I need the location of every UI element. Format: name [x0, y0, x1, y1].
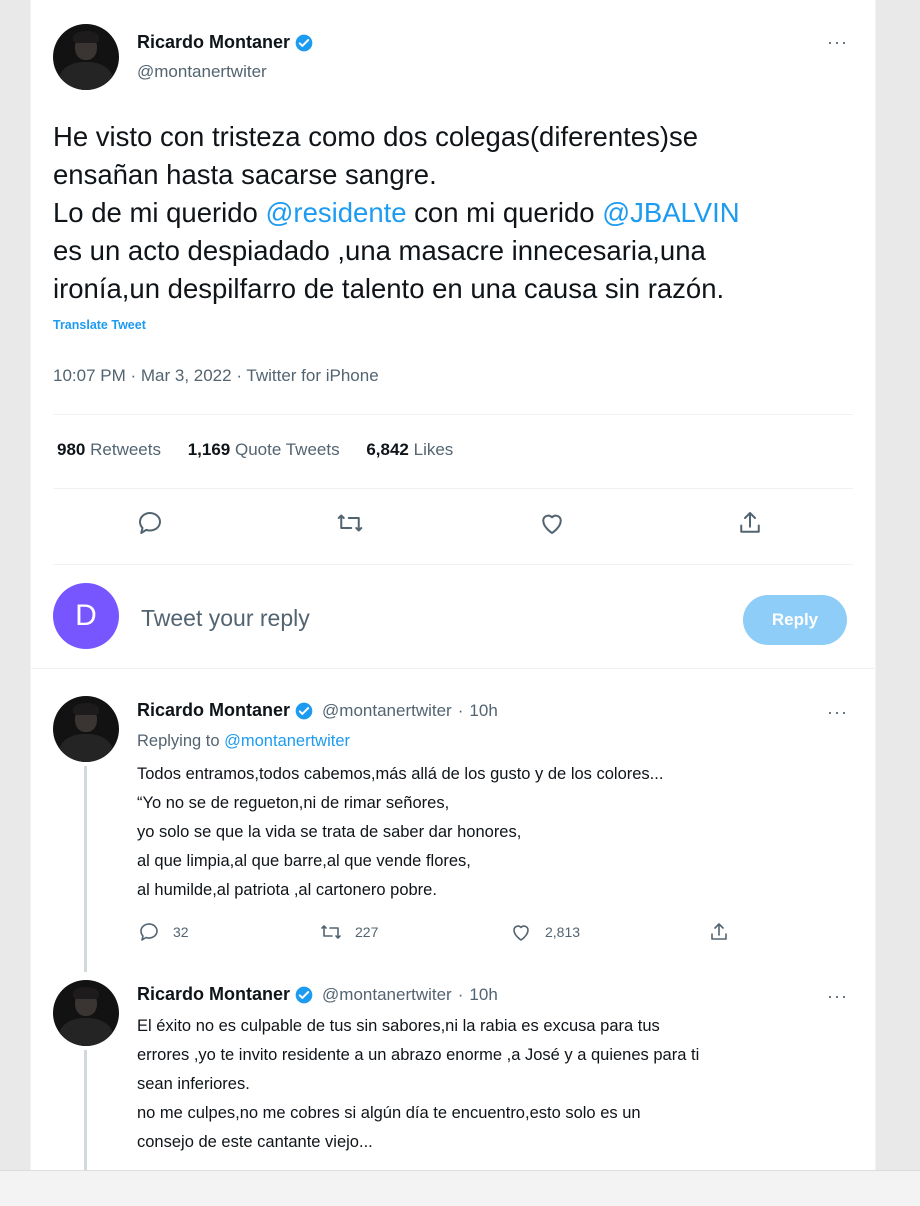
- reply-text-line: errores ,yo te invito residente a un abr…: [137, 1046, 700, 1064]
- tweet-text-line: ironía,un despilfarro de talento en una …: [53, 273, 725, 304]
- retweets-stat[interactable]: 980 Retweets: [57, 440, 161, 459]
- reply-author-handle[interactable]: @montanertwiter: [322, 985, 452, 1005]
- verified-badge-icon: [295, 702, 313, 719]
- like-icon: [513, 925, 529, 941]
- like-count: 2,813: [545, 924, 581, 940]
- author-handle[interactable]: @montanertwiter: [137, 62, 267, 82]
- retweet-action[interactable]: 227: [319, 920, 378, 944]
- reply-text-line: “Yo no se de regueton,ni de rimar señore…: [137, 794, 450, 812]
- reply-header: Ricardo Montaner @montanertwiter · 10h: [137, 700, 498, 721]
- reply-button[interactable]: Reply: [743, 595, 847, 645]
- reply-text: Todos entramos,todos cabemos,más allá de…: [137, 760, 857, 905]
- author-name-row: Ricardo Montaner: [137, 32, 314, 53]
- reply-author-avatar[interactable]: [53, 980, 119, 1046]
- reply-author-name[interactable]: Ricardo Montaner: [137, 984, 290, 1005]
- tweet-stats: 980 Retweets 1,169 Quote Tweets 6,842 Li…: [57, 440, 475, 460]
- like-action[interactable]: 2,813: [509, 920, 580, 944]
- reply-action[interactable]: 32: [137, 920, 189, 944]
- thread-line: [84, 1050, 87, 1170]
- reply-text-line: El éxito no es culpable de tus sin sabor…: [137, 1017, 660, 1035]
- reply-text-line: Todos entramos,todos cabemos,más allá de…: [137, 765, 664, 783]
- reply-text-line: al humilde,al patriota ,al cartonero pob…: [137, 881, 437, 899]
- reply-author-avatar[interactable]: [53, 696, 119, 762]
- share-icon[interactable]: [735, 508, 765, 538]
- reply-author-name[interactable]: Ricardo Montaner: [137, 700, 290, 721]
- quote-tweets-stat[interactable]: 1,169 Quote Tweets: [188, 440, 340, 459]
- reply-text: El éxito no es culpable de tus sin sabor…: [137, 1012, 857, 1157]
- divider: [53, 488, 853, 489]
- reply-icon[interactable]: [135, 508, 165, 538]
- author-avatar[interactable]: [53, 24, 119, 90]
- verified-badge-icon: [295, 986, 313, 1003]
- tweet-card: Ricardo Montaner @montanertwiter ··· He …: [30, 0, 877, 1170]
- translate-tweet-link[interactable]: Translate Tweet: [53, 318, 146, 332]
- reply-author-handle[interactable]: @montanertwiter: [322, 701, 452, 721]
- reply-icon: [140, 923, 158, 941]
- reply-time[interactable]: 10h: [469, 701, 497, 721]
- tweet-text-line: es un acto despiadado ,una masacre innec…: [53, 235, 706, 266]
- bottom-strip: [0, 1170, 920, 1206]
- reply-text-line: sean inferiores.: [137, 1075, 250, 1093]
- verified-badge-icon: [295, 34, 313, 51]
- reply-input[interactable]: Tweet your reply: [141, 605, 310, 632]
- reply-count: 32: [173, 924, 189, 940]
- mention-jbalvin[interactable]: @JBALVIN: [602, 197, 739, 228]
- retweet-count: 227: [355, 924, 379, 940]
- user-avatar[interactable]: D: [53, 583, 119, 649]
- reply-text-line: consejo de este cantante viejo...: [137, 1133, 373, 1151]
- mention-residente[interactable]: @residente: [266, 197, 407, 228]
- share-icon: [711, 923, 727, 940]
- share-action[interactable]: [707, 920, 743, 944]
- like-icon[interactable]: [537, 508, 567, 538]
- reply-time[interactable]: 10h: [469, 985, 497, 1005]
- divider: [53, 564, 853, 565]
- tweet-timestamp[interactable]: 10:07 PM · Mar 3, 2022 · Twitter for iPh…: [53, 366, 379, 386]
- tweet-text: He visto con tristeza como dos colegas(d…: [53, 118, 853, 308]
- divider: [31, 668, 877, 669]
- retweet-icon[interactable]: [335, 508, 365, 538]
- reply-text-line: al que limpia,al que barre,al que vende …: [137, 852, 471, 870]
- tweet-text-line: ensañan hasta sacarse sangre.: [53, 159, 437, 190]
- replying-to: Replying to @montanertwiter: [137, 732, 351, 750]
- replying-to-handle[interactable]: @montanertwiter: [224, 732, 350, 750]
- retweet-icon: [321, 925, 341, 939]
- reply-text-line: yo solo se que la vida se trata de saber…: [137, 823, 522, 841]
- more-icon[interactable]: ···: [827, 32, 848, 53]
- author-name[interactable]: Ricardo Montaner: [137, 32, 290, 53]
- tweet-text-line: Lo de mi querido @residente con mi queri…: [53, 197, 740, 228]
- likes-stat[interactable]: 6,842 Likes: [366, 440, 453, 459]
- reply-header: Ricardo Montaner @montanertwiter · 10h: [137, 984, 498, 1005]
- more-icon[interactable]: ···: [827, 986, 848, 1007]
- divider: [53, 414, 853, 415]
- tweet-text-line: He visto con tristeza como dos colegas(d…: [53, 121, 699, 152]
- reply-text-line: no me culpes,no me cobres si algún día t…: [137, 1104, 641, 1122]
- thread-line: [84, 766, 87, 972]
- more-icon[interactable]: ···: [827, 702, 848, 723]
